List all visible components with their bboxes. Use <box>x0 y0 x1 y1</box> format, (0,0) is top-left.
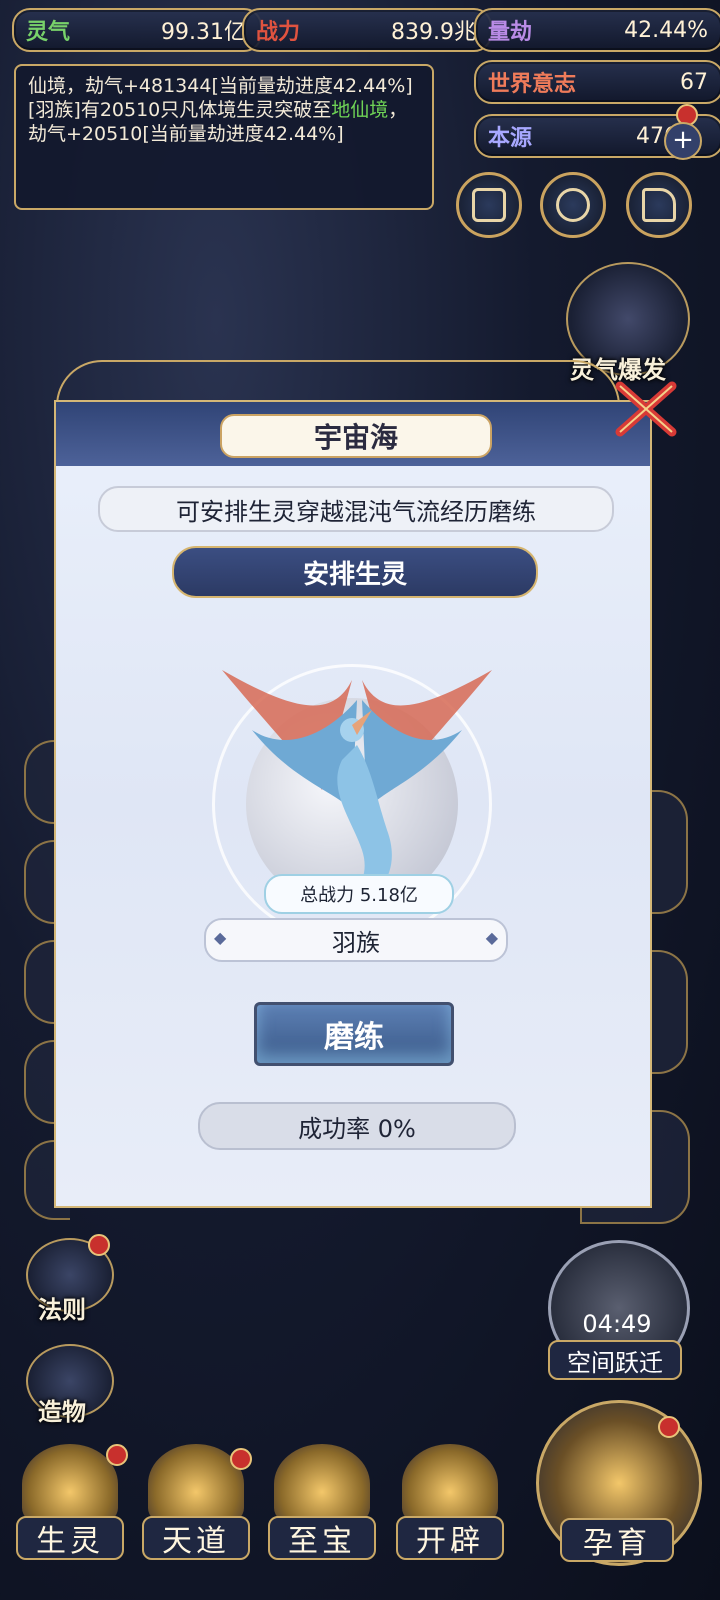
right-side-tab-1[interactable] <box>652 790 688 914</box>
zhanli-value: 839.9兆 <box>391 20 476 45</box>
card-icon <box>472 188 506 222</box>
modal-title: 宇宙海 <box>220 414 492 458</box>
nav-zhi-bao-label: 至宝 <box>268 1516 376 1560</box>
nav-tian-dao-label: 天道 <box>142 1516 250 1560</box>
fa-ze-notification-dot <box>88 1234 110 1256</box>
total-power-badge: 总战力 5.18亿 <box>264 874 454 914</box>
nav-sheng-ling-label: 生灵 <box>16 1516 124 1560</box>
lingqi-label: 灵气 <box>26 20 71 45</box>
log-line-2: [羽族]有20510只凡体境生灵突破至地仙境，劫气+20510[当前量劫进度42… <box>28 99 408 145</box>
race-next-icon[interactable]: ◆ <box>486 928 498 947</box>
benyuan-label: 本源 <box>488 126 533 151</box>
shijie-stat[interactable]: 世界意志 67 <box>474 60 720 104</box>
shijie-value: 67 <box>680 69 708 95</box>
liangjie-stat[interactable]: 量劫 42.44% <box>474 8 720 52</box>
zhanli-label: 战力 <box>256 20 301 45</box>
race-name: 羽族 <box>332 928 380 957</box>
zhi-bao-icon <box>274 1444 370 1524</box>
zao-wu-label[interactable]: 造物 <box>38 1392 86 1427</box>
space-jump-button[interactable]: 空间跃迁 <box>548 1340 682 1380</box>
cycle-icon <box>556 188 590 222</box>
cycle-button[interactable] <box>540 172 606 238</box>
zhanli-stat: 战力 839.9兆 <box>242 8 492 52</box>
nav-kai-pi-label: 开辟 <box>396 1516 504 1560</box>
race-selector[interactable]: ◆ 羽族 ◆ <box>204 918 508 962</box>
liangjie-label: 量劫 <box>488 20 533 45</box>
modal-description: 可安排生灵穿越混沌气流经历磨练 <box>98 486 614 532</box>
shijie-label: 世界意志 <box>488 72 577 97</box>
add-benyuan-button[interactable]: + <box>664 122 702 160</box>
yun-yu-notification-dot <box>658 1416 680 1438</box>
close-icon[interactable] <box>614 380 678 438</box>
kai-pi-icon <box>402 1444 498 1524</box>
event-log: 仙境，劫气+481344[当前量劫进度42.44%] [羽族]有20510只凡体… <box>14 64 434 210</box>
log-line-1: 仙境，劫气+481344[当前量劫进度42.44%] <box>28 75 413 97</box>
sheng-ling-notification-dot <box>106 1444 128 1466</box>
train-button[interactable]: 磨练 <box>254 1002 454 1066</box>
space-jump-timer: 04:49 <box>582 1310 652 1338</box>
scroll-icon <box>642 188 676 222</box>
fa-ze-label[interactable]: 法则 <box>38 1290 86 1325</box>
race-prev-icon[interactable]: ◆ <box>214 928 226 947</box>
nav-kai-pi[interactable]: 开辟 <box>392 1440 508 1560</box>
success-rate: 成功率 0% <box>198 1102 516 1150</box>
nav-zhi-bao[interactable]: 至宝 <box>264 1440 380 1560</box>
nav-yun-yu-label[interactable]: 孕育 <box>560 1518 674 1562</box>
arrange-creature-button[interactable]: 安排生灵 <box>172 546 538 598</box>
liangjie-value: 42.44% <box>624 17 708 43</box>
lingqi-value: 99.31亿 <box>161 20 246 45</box>
lingqi-stat: 灵气 99.31亿 <box>12 8 262 52</box>
scroll-button[interactable] <box>626 172 692 238</box>
right-side-tab-2[interactable] <box>652 950 688 1074</box>
tian-dao-notification-dot <box>230 1448 252 1470</box>
card-button[interactable] <box>456 172 522 238</box>
sheng-ling-icon <box>22 1444 118 1524</box>
cosmic-sea-modal: 宇宙海 可安排生灵穿越混沌气流经历磨练 安排生灵 总战力 5.18亿 ◆ 羽族 … <box>54 400 652 1208</box>
